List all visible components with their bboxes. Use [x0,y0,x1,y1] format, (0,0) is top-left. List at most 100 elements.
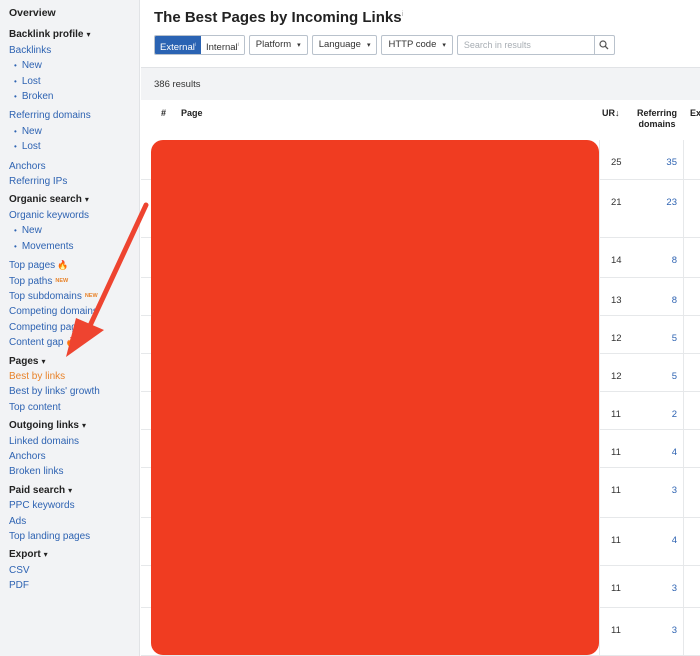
section-label: Outgoing links [9,420,79,432]
subitem-label: New [21,60,42,72]
referring-domains-link[interactable]: 3 [641,583,677,594]
sidebar-subitem-organic-movements[interactable]: • Movements [0,239,139,254]
referring-domains-link[interactable]: 8 [641,295,677,306]
referring-domains-link[interactable]: 2 [641,409,677,420]
sidebar-item-top-landing-pages[interactable]: Top landing pages [0,529,139,544]
sidebar-subitem-refdomains-new[interactable]: • New [0,124,139,139]
info-icon: i [194,42,196,48]
chevron-down-icon: ▾ [41,356,46,366]
sidebar-item-top-subdomains[interactable]: Top subdomains NEW [0,289,139,304]
ur-value: 11 [611,625,621,636]
sidebar-section-backlink-profile[interactable]: Backlink profile ▾ [0,27,139,42]
sidebar-item-competing-domains[interactable]: Competing domains [0,304,139,319]
sidebar-section-organic-search[interactable]: Organic search ▾ [0,192,139,207]
sidebar-subitem-backlinks-lost[interactable]: • Lost [0,74,139,89]
section-label: Paid search [9,484,66,496]
http-code-dropdown[interactable]: HTTP code ▾ [381,35,453,55]
sidebar-item-backlinks[interactable]: Backlinks [0,43,139,58]
search-button[interactable] [593,36,614,54]
sidebar-item-top-paths[interactable]: Top paths NEW [0,274,139,289]
sidebar-item-organic-keywords[interactable]: Organic keywords [0,208,139,223]
sidebar-subitem-refdomains-lost[interactable]: • Lost [0,139,139,154]
subitem-label: New [21,125,42,137]
sidebar-item-anchors-outgoing[interactable]: Anchors [0,449,139,464]
sidebar-section-export[interactable]: Export ▾ [0,547,139,562]
sidebar-item-competing-pages[interactable]: Competing pages [0,320,139,335]
redaction-block [151,140,599,655]
sidebar-item-best-by-links[interactable]: Best by links [0,369,139,384]
new-badge: NEW [55,277,69,284]
bullet-icon: • [14,226,17,236]
sidebar-item-ads[interactable]: Ads [0,514,139,529]
column-header-page[interactable]: Page [181,108,203,118]
item-label: Top subdomains [9,290,82,302]
sidebar-item-content-gap[interactable]: Content gap 🔥 [0,335,139,350]
sidebar-item-pdf[interactable]: PDF [0,578,139,593]
external-tab[interactable]: Externali [155,36,201,54]
subitem-label: Movements [21,240,74,252]
language-dropdown[interactable]: Language ▾ [311,35,378,55]
filter-toolbar: Externali Internali Platform ▾ Language ▾ … [154,35,615,55]
sidebar-item-referring-domains[interactable]: Referring domains [0,108,139,123]
referring-domains-link[interactable]: 8 [641,255,677,266]
main-content: The Best Pages by Incoming Linksi Extern… [141,0,700,656]
sidebar-section-paid-search[interactable]: Paid search ▾ [0,483,139,498]
link-type-toggle: Externali Internali [154,35,245,55]
referring-domains-link[interactable]: 4 [641,535,677,546]
sidebar-item-csv[interactable]: CSV [0,563,139,578]
section-label: Backlink profile [9,29,84,41]
chevron-down-icon: ▾ [43,550,48,560]
search-box [456,35,615,55]
ur-value: 12 [611,333,622,344]
sidebar-item-top-pages[interactable]: Top pages 🔥 [0,258,139,273]
referring-domains-link[interactable]: 5 [641,371,677,382]
sidebar-subitem-organic-new[interactable]: • New [0,223,139,238]
column-header-ur[interactable]: UR↓ [602,108,620,118]
ur-value: 25 [611,157,622,168]
referring-domains-link[interactable]: 35 [641,157,677,168]
fire-icon: 🔥 [57,260,69,271]
sidebar-subitem-backlinks-broken[interactable]: • Broken [0,89,139,104]
sidebar-item-referring-ips[interactable]: Referring IPs [0,174,139,189]
sidebar-item-anchors[interactable]: Anchors [0,159,139,174]
sidebar-item-linked-domains[interactable]: Linked domains [0,434,139,449]
sidebar-item-best-by-links-growth[interactable]: Best by links' growth [0,384,139,399]
referring-domains-link[interactable]: 4 [641,447,677,458]
referring-domains-link[interactable]: 5 [641,333,677,344]
column-label: UR [602,108,615,118]
sidebar-item-broken-links[interactable]: Broken links [0,464,139,479]
ur-value: 11 [611,409,621,420]
sidebar-section-outgoing-links[interactable]: Outgoing links ▾ [0,418,139,433]
item-label: Top pages [9,260,56,272]
referring-domains-link[interactable]: 3 [641,625,677,636]
platform-dropdown[interactable]: Platform ▾ [248,35,308,55]
bullet-icon: • [14,76,17,86]
column-header-referring-domains[interactable]: Referring domains [636,108,678,130]
chevron-down-icon: ▾ [82,421,87,431]
subitem-label: Lost [21,141,41,153]
column-header-extra[interactable]: Ex [690,108,700,118]
referring-domains-link[interactable]: 3 [641,485,677,496]
ur-value: 11 [611,583,621,594]
sidebar-item-overview[interactable]: Overview [0,6,139,21]
referring-domains-link[interactable]: 23 [641,197,677,208]
sort-desc-icon: ↓ [615,108,620,118]
results-count: 386 results [154,79,201,90]
ur-value: 21 [611,197,622,208]
subitem-label: Lost [21,75,41,87]
sidebar-item-ppc-keywords[interactable]: PPC keywords [0,498,139,513]
section-label: Export [9,549,41,561]
section-label: Pages [9,355,39,367]
ur-value: 12 [611,371,622,382]
sidebar-item-top-content[interactable]: Top content [0,400,139,415]
bullet-icon: • [14,92,17,102]
search-input[interactable] [457,36,594,54]
internal-tab[interactable]: Internali [200,36,244,54]
ur-value: 11 [611,485,621,496]
sidebar-subitem-backlinks-new[interactable]: • New [0,58,139,73]
table-header: # Page UR↓ Referring domains Ex [141,100,700,138]
info-icon[interactable]: i [402,11,404,18]
page-title-text: The Best Pages by Incoming Links [154,9,402,26]
sidebar-section-pages[interactable]: Pages ▾ [0,354,139,369]
section-label: Organic search [9,194,82,206]
